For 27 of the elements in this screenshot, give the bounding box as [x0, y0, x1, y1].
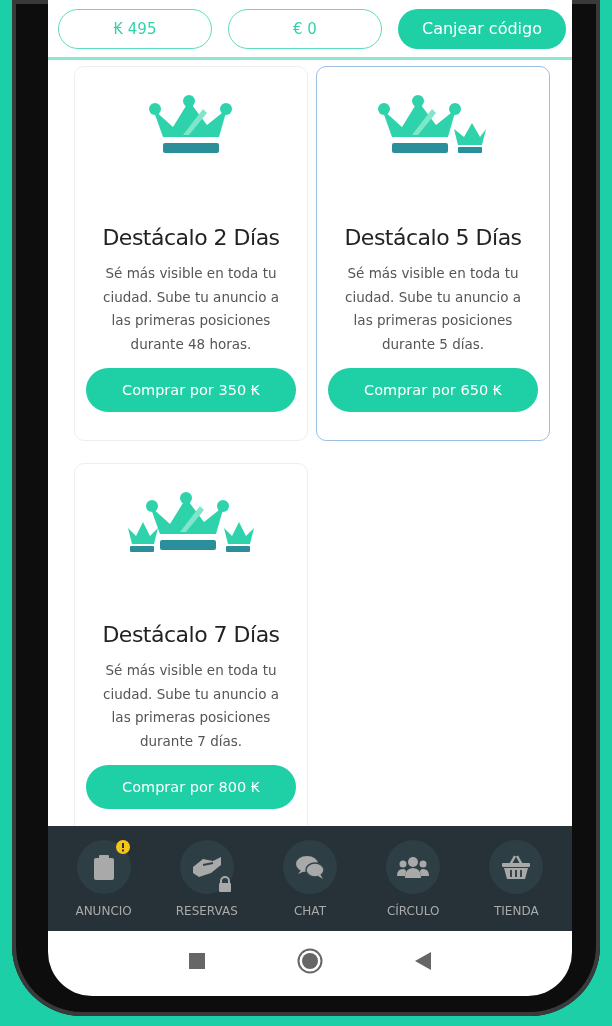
- nav-label[interactable]: ANUNCIO: [75, 904, 132, 918]
- chat-icon: [294, 854, 325, 880]
- nav-label[interactable]: RESERVAS: [175, 904, 238, 918]
- handshake-icon: [190, 855, 223, 879]
- offer-card[interactable]: Destácalo 2 Días Sé más visible en toda tu ciudad. Sube tu anuncio a las primeras posiciones durante 48 horas. Comprar por 350 ₭: [74, 66, 308, 441]
- offer-description: Sé más visible en toda tu ciudad. Sube tu anuncio a las primeras posiciones durante 48 horas.: [101, 264, 281, 354]
- group-icon: [397, 856, 430, 878]
- nav-label[interactable]: CHAT: [293, 904, 326, 918]
- home-icon[interactable]: [297, 947, 323, 974]
- small-crown-icon: [128, 522, 158, 552]
- crown-icon: [146, 492, 229, 550]
- offer-description: Sé más visible en toda tu ciudad. Sube tu anuncio a las primeras posiciones durante 7 días.: [101, 661, 281, 751]
- clipboard-icon: [92, 854, 115, 880]
- offer-title: Destácalo 2 Días: [102, 225, 280, 250]
- recents-icon[interactable]: [189, 952, 205, 969]
- crown-icon: [149, 95, 233, 155]
- basket-icon: [501, 855, 532, 879]
- nav-label[interactable]: TIENDA: [494, 904, 539, 918]
- back-icon[interactable]: [415, 951, 431, 970]
- offer-title: Destácalo 5 Días: [344, 225, 522, 250]
- crown-icon: [378, 95, 461, 153]
- offer-card[interactable]: Destácalo 5 Días Sé más visible en toda tu ciudad. Sube tu anuncio a las primeras posiciones durante 5 días. Comprar por 650 ₭: [316, 66, 550, 441]
- small-crown-icon: [454, 123, 486, 153]
- offer-title: Destácalo 7 Días: [102, 622, 280, 647]
- nav-label[interactable]: CÍRCULO: [386, 904, 440, 918]
- small-crown-icon: [224, 522, 254, 552]
- offer-description: Sé más visible en toda tu ciudad. Sube tu anuncio a las primeras posiciones durante 5 días.: [343, 264, 523, 354]
